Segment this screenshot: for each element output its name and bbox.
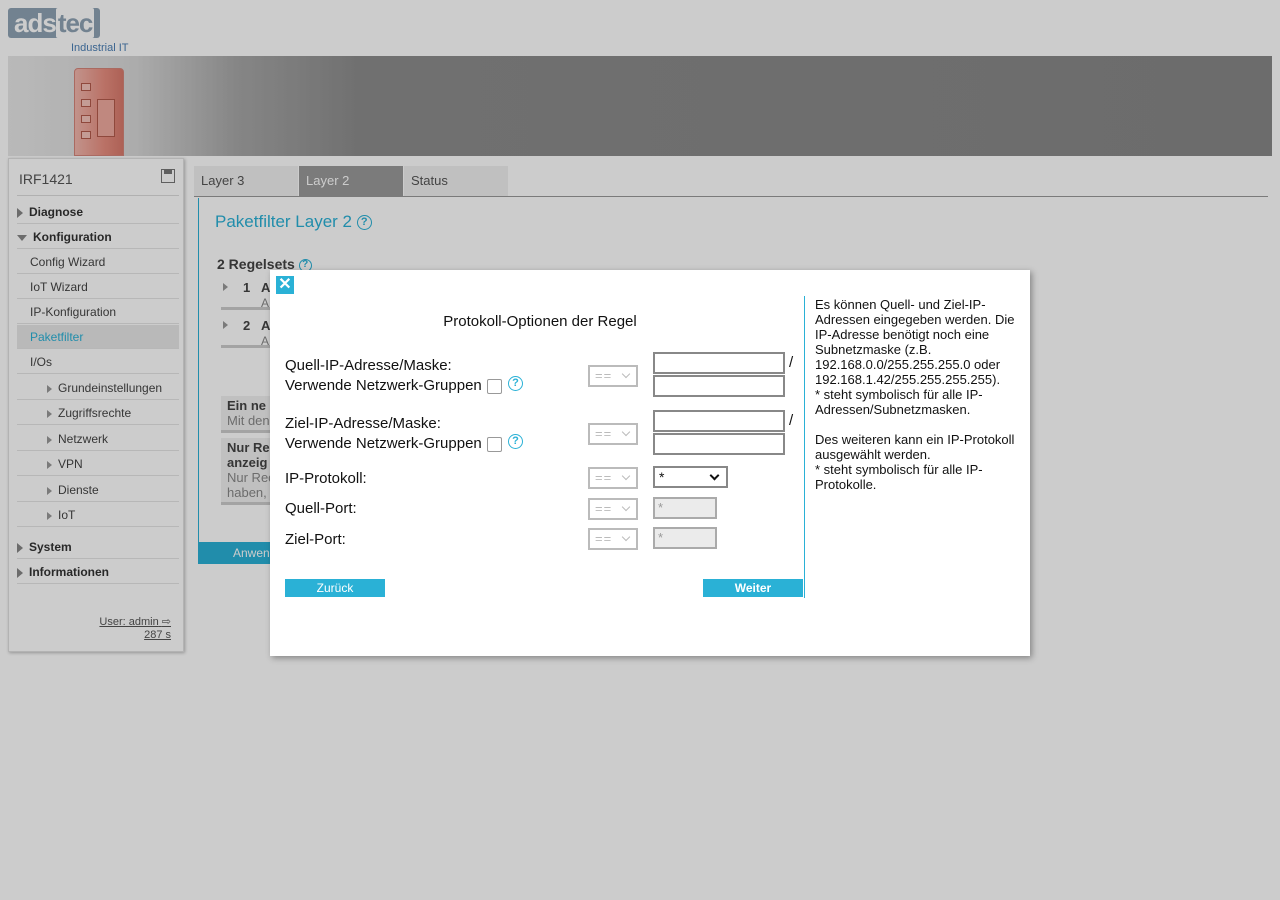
target-ip-input[interactable] <box>653 410 785 432</box>
target-ip-label: Ziel-IP-Adresse/Maske: <box>285 415 441 432</box>
source-groups-label: Verwende Netzwerk-Gruppen <box>285 377 482 394</box>
back-button[interactable]: Zurück <box>285 579 385 597</box>
target-groups-label: Verwende Netzwerk-Gruppen <box>285 435 482 452</box>
target-groups-row: Verwende Netzwerk-Gruppen <box>285 435 502 452</box>
help-text: * steht symbolisch für alle IP-Protokoll… <box>815 462 983 492</box>
help-text: Es können Quell- und Ziel-IP-Adressen ei… <box>815 297 1015 387</box>
divider <box>804 296 805 598</box>
target-groups-checkbox[interactable] <box>486 436 502 452</box>
protocol-label: IP-Protokoll: <box>285 470 367 487</box>
source-port-input[interactable]: * <box>653 497 717 519</box>
source-groups-row: Verwende Netzwerk-Gruppen <box>285 377 502 394</box>
source-groups-checkbox[interactable] <box>486 378 502 394</box>
help-icon[interactable]: ? <box>508 376 523 391</box>
target-port-input[interactable]: * <box>653 527 717 549</box>
next-button[interactable]: Weiter <box>703 579 803 597</box>
target-ip-operator-select[interactable]: == <box>588 423 638 445</box>
help-icon[interactable]: ? <box>508 434 523 449</box>
dialog-title: Protokoll-Optionen der Regel <box>443 313 637 330</box>
slash-separator: / <box>789 354 794 371</box>
protocol-select[interactable]: * <box>653 466 728 488</box>
slash-separator: / <box>789 412 794 429</box>
protocol-operator-select[interactable]: == <box>588 467 638 489</box>
source-port-operator-select[interactable]: == <box>588 498 638 520</box>
source-ip-operator-select[interactable]: == <box>588 365 638 387</box>
help-text-panel: Es können Quell- und Ziel-IP-Adressen ei… <box>815 297 1023 507</box>
help-text: Des weiteren kann ein IP-Protokoll ausge… <box>815 432 1015 462</box>
close-icon[interactable]: ✕ <box>276 276 294 294</box>
source-port-label: Quell-Port: <box>285 500 357 517</box>
target-mask-input[interactable] <box>653 433 785 455</box>
target-port-label: Ziel-Port: <box>285 531 346 548</box>
help-text: * steht symbolisch für alle IP-Adressen/… <box>815 387 983 417</box>
protocol-options-dialog: ✕ Protokoll-Optionen der Regel Quell-IP-… <box>270 270 1030 656</box>
target-port-operator-select[interactable]: == <box>588 528 638 550</box>
source-ip-input[interactable] <box>653 352 785 374</box>
source-mask-input[interactable] <box>653 375 785 397</box>
source-ip-label: Quell-IP-Adresse/Maske: <box>285 357 452 374</box>
